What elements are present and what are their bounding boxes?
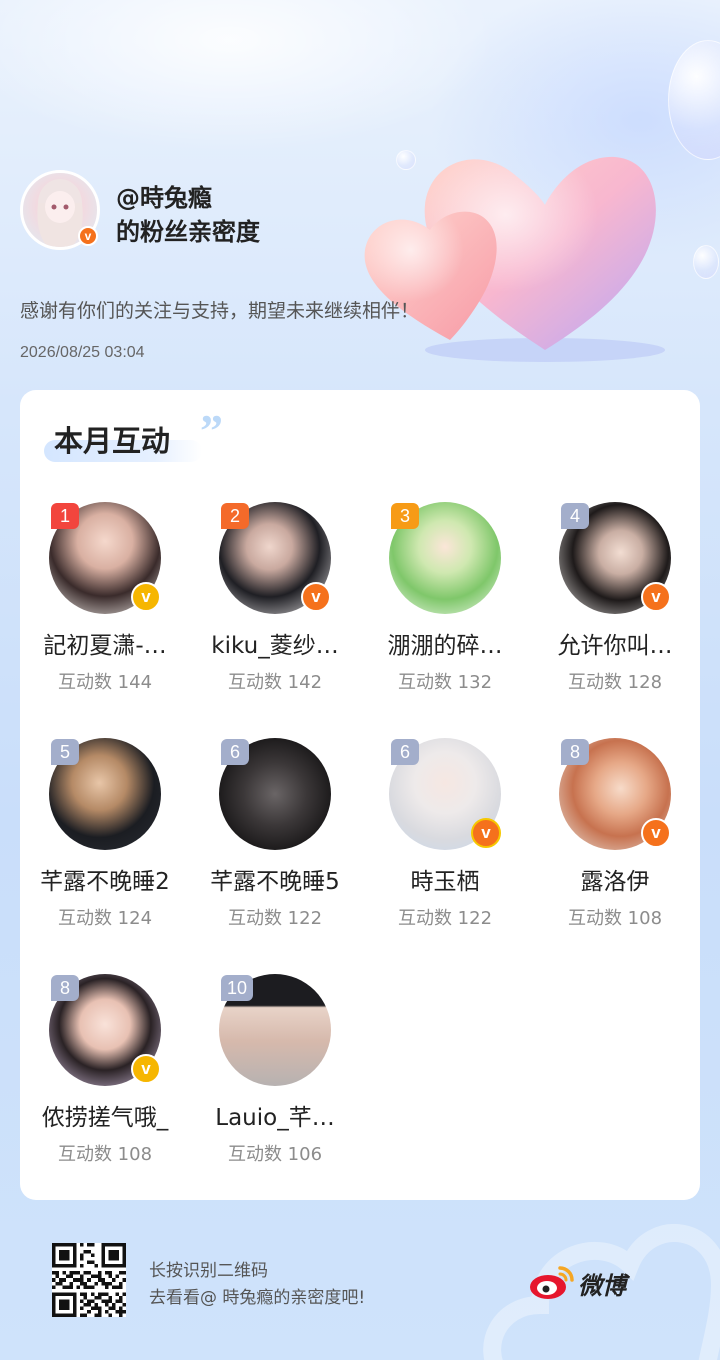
rank-badge: 3	[391, 503, 419, 529]
fan-item[interactable]: 8 v 露洛伊 互动数 108	[530, 738, 700, 958]
verified-badge-icon: v	[131, 582, 161, 612]
interaction-count: 互动数 108	[57, 1144, 153, 1165]
weibo-brand: 微博	[528, 1262, 638, 1302]
interaction-count: 互动数 122	[227, 908, 323, 929]
verified-badge-icon: v	[641, 818, 671, 848]
thanks-message: 感谢有你们的关注与支持，期望未来继续相伴！	[20, 300, 420, 322]
fan-item[interactable]: 6 v 時玉栖 互动数 122	[360, 738, 530, 958]
rank-badge: 8	[51, 975, 79, 1001]
fan-item[interactable]: 3 淜淜的碎… 互动数 132	[360, 502, 530, 722]
fan-name[interactable]: 露洛伊	[530, 862, 700, 896]
fan-name[interactable]: 芊露不晚睡5	[190, 862, 360, 896]
timestamp: 2026/08/25 03:04	[20, 344, 145, 361]
interaction-count: 互动数 106	[227, 1144, 323, 1165]
weibo-logo-icon	[530, 1266, 574, 1299]
rank-badge: 5	[51, 739, 79, 765]
rank-badge: 4	[561, 503, 589, 529]
fan-name[interactable]: 允许你叫…	[530, 626, 700, 660]
fan-item[interactable]: 1 v 記初夏潇-… 互动数 144	[20, 502, 190, 722]
fan-name[interactable]: 記初夏潇-…	[20, 626, 190, 660]
rank-badge: 8	[561, 739, 589, 765]
view-hint: 去看看@ 時兔瘾的亲密度吧!	[149, 1288, 366, 1308]
interaction-count: 互动数 132	[397, 672, 493, 693]
card-title: 本月互动	[54, 424, 171, 458]
fan-item[interactable]: 4 v 允许你叫… 互动数 128	[530, 502, 700, 722]
interaction-count: 互动数 122	[397, 908, 493, 929]
verified-badge-icon: v	[131, 1054, 161, 1084]
qr-code-icon[interactable]	[52, 1243, 126, 1317]
rank-badge: 6	[391, 739, 419, 765]
fan-item[interactable]: 10 Lauio_芊… 互动数 106	[190, 974, 360, 1194]
page-title: 的粉丝亲密度	[116, 218, 260, 246]
fan-item[interactable]: 6 芊露不晚睡5 互动数 122	[190, 738, 360, 958]
fan-name[interactable]: Lauio_芊…	[190, 1098, 360, 1132]
fan-name[interactable]: 時玉栖	[360, 862, 530, 896]
interaction-count: 互动数 142	[227, 672, 323, 693]
fan-name[interactable]: 侬捞搓气哦_	[20, 1098, 190, 1132]
rank-badge: 2	[221, 503, 249, 529]
card-header: 本月互动	[44, 418, 202, 462]
fan-item[interactable]: 5 芊露不晚睡2 互动数 124	[20, 738, 190, 958]
username-title[interactable]: @時兔瘾	[116, 178, 212, 213]
fan-name[interactable]: 淜淜的碎…	[360, 626, 530, 660]
bubble-decoration	[693, 245, 719, 279]
interaction-count: 互动数 124	[57, 908, 153, 929]
fan-name[interactable]: kiku_菱纱…	[190, 626, 360, 660]
interaction-count: 互动数 108	[567, 908, 663, 929]
weibo-brand-text: 微博	[578, 1272, 626, 1300]
monthly-interaction-card: 本月互动 ” 1 v 記初夏潇-… 互动数 144 2 v kiku_菱纱… 互…	[20, 390, 700, 1200]
rank-badge: 1	[51, 503, 79, 529]
rank-badge: 6	[221, 739, 249, 765]
fan-name[interactable]: 芊露不晚睡2	[20, 862, 190, 896]
interaction-count: 互动数 144	[57, 672, 153, 693]
quote-mark-icon: ”	[200, 405, 223, 456]
interaction-count: 互动数 128	[567, 672, 663, 693]
rank-badge: 10	[221, 975, 253, 1001]
profile-avatar[interactable]: v	[20, 170, 100, 250]
scan-hint: 长按识别二维码	[149, 1261, 268, 1281]
hearts-decoration	[364, 156, 665, 362]
verified-badge-icon: v	[301, 582, 331, 612]
verified-badge-icon: v	[78, 226, 98, 246]
fan-item[interactable]: 8 v 侬捞搓气哦_ 互动数 108	[20, 974, 190, 1194]
verified-badge-icon: v	[471, 818, 501, 848]
verified-badge-icon: v	[641, 582, 671, 612]
fan-item[interactable]: 2 v kiku_菱纱… 互动数 142	[190, 502, 360, 722]
